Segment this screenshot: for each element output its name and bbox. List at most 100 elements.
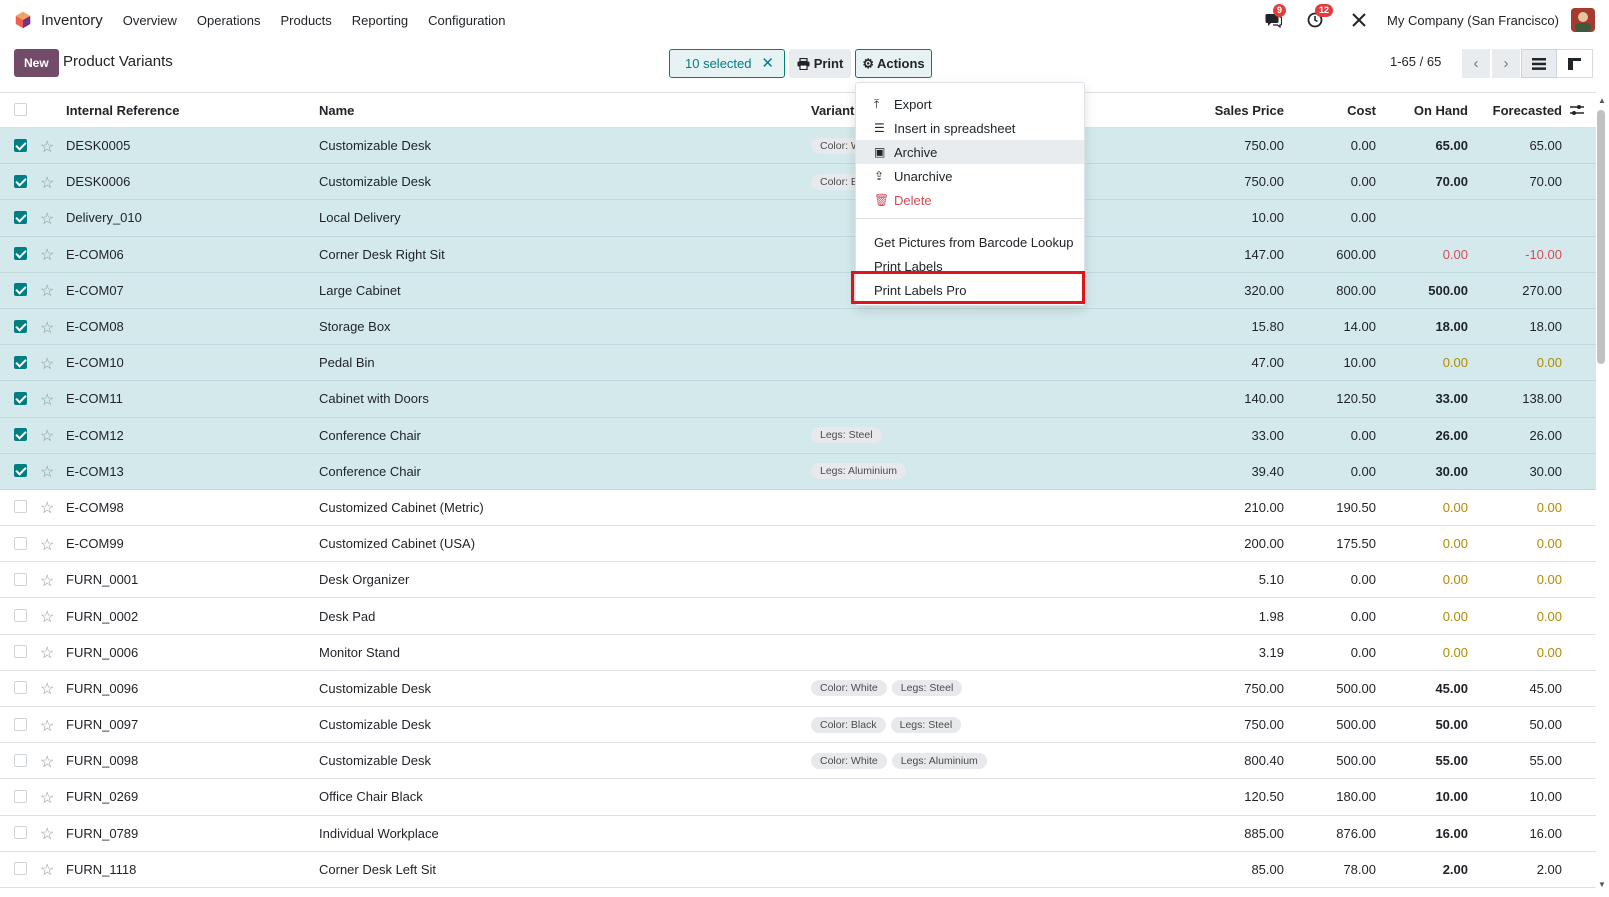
- favorite-star-icon[interactable]: ☆: [40, 426, 54, 446]
- pager-previous-button[interactable]: ‹: [1462, 49, 1490, 78]
- row-checkbox[interactable]: [14, 355, 27, 369]
- list-view-button[interactable]: [1521, 49, 1557, 78]
- column-forecasted[interactable]: Forecasted: [1470, 93, 1562, 127]
- table-row[interactable]: ☆ E-COM10 Pedal Bin 47.00 10.00 0.00 0.00: [0, 345, 1596, 382]
- column-name[interactable]: Name: [319, 93, 354, 127]
- row-checkbox[interactable]: [14, 283, 27, 297]
- scroll-up-arrow[interactable]: ▲: [1598, 96, 1606, 105]
- table-row[interactable]: ☆ FURN_1118 Corner Desk Left Sit 85.00 78.00…: [0, 852, 1596, 888]
- inventory-app-icon[interactable]: [14, 11, 32, 29]
- favorite-star-icon[interactable]: ☆: [40, 281, 54, 301]
- row-checkbox[interactable]: [14, 753, 27, 767]
- menu-overview[interactable]: Overview: [123, 13, 177, 28]
- row-checkbox[interactable]: [14, 681, 27, 695]
- debug-tools-button[interactable]: [1349, 10, 1369, 30]
- favorite-star-icon[interactable]: ☆: [40, 535, 54, 555]
- new-button[interactable]: New: [14, 49, 59, 77]
- favorite-star-icon[interactable]: ☆: [40, 752, 54, 772]
- column-sales-price[interactable]: Sales Price: [1150, 93, 1284, 127]
- favorite-star-icon[interactable]: ☆: [40, 607, 54, 627]
- table-row[interactable]: ☆ FURN_0098 Customizable Desk Color: White L…: [0, 743, 1596, 780]
- print-button[interactable]: Print: [789, 49, 851, 78]
- favorite-star-icon[interactable]: ☆: [40, 462, 54, 482]
- menu-item-upload[interactable]: ⤒ Export: [856, 92, 1084, 116]
- table-row[interactable]: ☆ FURN_0006 Monitor Stand 3.19 0.00 0.00 0.00: [0, 635, 1596, 671]
- favorite-star-icon[interactable]: ☆: [40, 209, 54, 229]
- favorite-star-icon[interactable]: ☆: [40, 498, 54, 518]
- favorite-star-icon[interactable]: ☆: [40, 679, 54, 699]
- messages-button[interactable]: 9: [1263, 4, 1287, 30]
- row-checkbox[interactable]: [14, 138, 27, 152]
- menu-item-archive[interactable]: ▣ Archive: [856, 140, 1084, 164]
- column-cost[interactable]: Cost: [1290, 93, 1376, 127]
- user-avatar[interactable]: [1571, 8, 1595, 32]
- table-row[interactable]: ☆ E-COM99 Customized Cabinet (USA) 200.00 17…: [0, 526, 1596, 563]
- favorite-star-icon[interactable]: ☆: [40, 137, 54, 157]
- table-row[interactable]: ☆ FURN_0002 Desk Pad 1.98 0.00 0.00 0.00: [0, 598, 1596, 635]
- pager-next-button[interactable]: ›: [1492, 49, 1520, 78]
- table-row[interactable]: ☆ FURN_0096 Customizable Desk Color: White L…: [0, 671, 1596, 707]
- row-checkbox[interactable]: [14, 428, 27, 442]
- row-checkbox[interactable]: [14, 174, 27, 188]
- menu-products[interactable]: Products: [280, 13, 331, 28]
- scroll-down-arrow[interactable]: ▼: [1598, 880, 1606, 889]
- row-checkbox[interactable]: [14, 609, 27, 623]
- favorite-star-icon[interactable]: ☆: [40, 860, 54, 880]
- select-all-checkbox[interactable]: [14, 103, 27, 116]
- row-checkbox[interactable]: [14, 645, 27, 659]
- menu-item-list[interactable]: ☰ Insert in spreadsheet: [856, 116, 1084, 140]
- table-row[interactable]: ☆ FURN_0097 Customizable Desk Color: Black L…: [0, 707, 1596, 744]
- menu-item-barcode-pictures[interactable]: Get Pictures from Barcode Lookup: [856, 230, 1084, 254]
- favorite-star-icon[interactable]: ☆: [40, 824, 54, 844]
- table-row[interactable]: ☆ E-COM08 Storage Box 15.80 14.00 18.00 18.00: [0, 308, 1596, 346]
- row-checkbox[interactable]: [14, 391, 27, 405]
- column-variant[interactable]: Variant: [811, 93, 854, 127]
- row-checkbox[interactable]: [14, 572, 27, 586]
- company-switcher[interactable]: My Company (San Francisco): [1387, 13, 1559, 28]
- favorite-star-icon[interactable]: ☆: [40, 571, 54, 591]
- table-row[interactable]: ☆ DESK0006 Customizable Desk Color: B 750.00…: [0, 164, 1596, 201]
- unselect-close-icon[interactable]: ✕: [761, 54, 774, 72]
- row-checkbox[interactable]: [14, 500, 27, 514]
- table-row[interactable]: ☆ DESK0005 Customizable Desk Color: W 750.00…: [0, 128, 1596, 165]
- row-checkbox[interactable]: [14, 210, 27, 224]
- favorite-star-icon[interactable]: ☆: [40, 318, 54, 338]
- table-row[interactable]: ☆ E-COM98 Customized Cabinet (Metric) 210.0…: [0, 490, 1596, 527]
- menu-item-unarchive[interactable]: ⇪ Unarchive: [856, 164, 1084, 188]
- menu-configuration[interactable]: Configuration: [428, 13, 505, 28]
- activities-button[interactable]: 12: [1305, 4, 1334, 30]
- menu-item-trash[interactable]: 🗑 Delete: [856, 188, 1084, 212]
- row-checkbox[interactable]: [14, 789, 27, 803]
- kanban-view-button[interactable]: [1557, 49, 1593, 78]
- menu-reporting[interactable]: Reporting: [352, 13, 408, 28]
- row-checkbox[interactable]: [14, 862, 27, 876]
- pager-value[interactable]: 1-65 / 65: [1390, 54, 1441, 69]
- row-checkbox[interactable]: [14, 536, 27, 550]
- row-checkbox[interactable]: [14, 247, 27, 261]
- vertical-scrollbar[interactable]: [1597, 110, 1605, 364]
- table-row[interactable]: ☆ E-COM06 Corner Desk Right Sit 147.00 600.0…: [0, 236, 1596, 273]
- favorite-star-icon[interactable]: ☆: [40, 245, 54, 265]
- favorite-star-icon[interactable]: ☆: [40, 643, 54, 663]
- table-row[interactable]: ☆ Delivery_010 Local Delivery 10.00 0.00: [0, 200, 1596, 237]
- optional-columns-toggle[interactable]: [1570, 93, 1584, 127]
- column-internal-reference[interactable]: Internal Reference: [66, 93, 179, 127]
- row-checkbox[interactable]: [14, 464, 27, 478]
- app-name[interactable]: Inventory: [41, 12, 103, 29]
- row-checkbox[interactable]: [14, 826, 27, 840]
- favorite-star-icon[interactable]: ☆: [40, 788, 54, 808]
- table-row[interactable]: ☆ FURN_0269 Office Chair Black 120.50 180.00…: [0, 779, 1596, 816]
- row-checkbox[interactable]: [14, 319, 27, 333]
- table-row[interactable]: ☆ E-COM12 Conference Chair Legs: Steel 33.00…: [0, 417, 1596, 454]
- row-checkbox[interactable]: [14, 717, 27, 731]
- favorite-star-icon[interactable]: ☆: [40, 354, 54, 374]
- favorite-star-icon[interactable]: ☆: [40, 173, 54, 193]
- table-row[interactable]: ☆ E-COM13 Conference Chair Legs: Aluminium 3…: [0, 453, 1596, 490]
- table-row[interactable]: ☆ FURN_0789 Individual Workplace 885.00 876.…: [0, 816, 1596, 852]
- table-row[interactable]: ☆ E-COM11 Cabinet with Doors 140.00 120.50 33…: [0, 381, 1596, 418]
- actions-button[interactable]: ⚙ Actions: [855, 49, 932, 78]
- table-row[interactable]: ☆ FURN_0001 Desk Organizer 5.10 0.00 0.00 0.00: [0, 562, 1596, 599]
- favorite-star-icon[interactable]: ☆: [40, 716, 54, 736]
- favorite-star-icon[interactable]: ☆: [40, 390, 54, 410]
- menu-operations[interactable]: Operations: [197, 13, 261, 28]
